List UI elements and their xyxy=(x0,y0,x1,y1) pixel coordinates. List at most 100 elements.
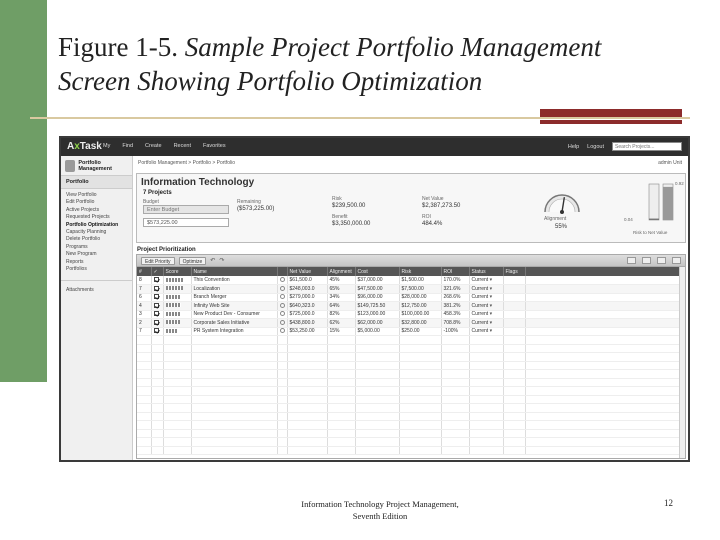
status-dropdown-icon[interactable]: ▾ xyxy=(490,303,493,309)
app-logo[interactable]: AxTask xyxy=(67,141,102,152)
col-header-num[interactable]: # xyxy=(137,267,152,276)
col-header-alignment[interactable]: Alignment xyxy=(327,267,356,276)
budget-value-field[interactable] xyxy=(143,218,229,227)
nav-my[interactable]: My xyxy=(103,143,110,149)
slide-title: Figure 1-5. Sample Project Portfolio Man… xyxy=(58,30,708,98)
search-input[interactable] xyxy=(612,142,682,151)
top-nav: My Find Create Recent Favorites xyxy=(103,143,226,149)
empty-cell xyxy=(525,446,685,455)
sidebar-attachments[interactable]: Attachments xyxy=(61,280,132,299)
nav-favorites[interactable]: Favorites xyxy=(203,143,226,149)
status-dropdown-icon[interactable]: ▾ xyxy=(490,286,493,292)
include-checkbox[interactable] xyxy=(153,302,159,308)
status-dropdown-icon[interactable]: ▾ xyxy=(490,328,493,334)
table-row[interactable]: 2 Corporate Sales Initiative $438,800.0 62%… xyxy=(137,318,685,328)
info-icon[interactable] xyxy=(279,319,285,325)
col-header-flags[interactable]: Flags xyxy=(503,267,526,276)
row-project-name[interactable]: Branch Merger xyxy=(191,293,278,302)
export-icon[interactable] xyxy=(642,257,651,264)
status-dropdown-icon[interactable]: ▾ xyxy=(490,320,493,326)
col-header-risk[interactable]: Risk xyxy=(399,267,442,276)
empty-cell xyxy=(151,395,164,404)
table-row[interactable]: 7 PR System Integration $53,250.00 15% $5,00… xyxy=(137,327,685,336)
sidebar-item-edit-portfolio[interactable]: Edit Portfolio xyxy=(66,199,127,206)
nav-create[interactable]: Create xyxy=(145,143,162,149)
edit-priority-button[interactable]: Edit Priority xyxy=(141,256,175,265)
sidebar-item-portfolios[interactable]: Portfolios xyxy=(66,266,127,273)
row-number: 2 xyxy=(137,318,152,328)
budget-input[interactable] xyxy=(143,205,229,214)
include-checkbox[interactable] xyxy=(153,277,159,283)
nav-recent[interactable]: Recent xyxy=(174,143,191,149)
undo-icon[interactable]: ↶ xyxy=(210,257,215,264)
breadcrumb[interactable]: Portfolio Management > Portfolio > Portf… xyxy=(138,160,235,166)
include-checkbox[interactable] xyxy=(153,311,159,317)
row-status-cell[interactable]: Current ▾ xyxy=(469,318,504,328)
include-checkbox[interactable] xyxy=(153,328,159,334)
sidebar-item-capacity-planning[interactable]: Capacity Planning xyxy=(66,229,127,236)
toggle-icon[interactable] xyxy=(627,257,636,264)
table-row[interactable]: 3 New Product Dev - Consumer $725,000.0 82%… xyxy=(137,310,685,319)
row-project-name[interactable]: Infinity Web Site xyxy=(191,301,278,311)
empty-cell xyxy=(191,369,278,379)
info-icon[interactable] xyxy=(279,285,285,291)
row-project-name[interactable]: Localization xyxy=(191,284,278,294)
col-header-status[interactable]: Status xyxy=(469,267,504,276)
empty-cell xyxy=(469,446,504,455)
sidebar-item-portfolio-optimization[interactable]: Portfolio Optimization xyxy=(66,222,127,229)
nav-find[interactable]: Find xyxy=(122,143,133,149)
col-header-info[interactable] xyxy=(277,267,288,276)
status-dropdown-icon[interactable]: ▾ xyxy=(490,277,493,283)
table-row[interactable]: 6 Branch Merger $279,000.0 34% $96,000.00 $28… xyxy=(137,293,685,302)
sidebar-item-requested-projects[interactable]: Requested Projects xyxy=(66,214,127,221)
row-status-cell[interactable]: Current ▾ xyxy=(469,293,504,302)
include-checkbox[interactable] xyxy=(153,294,159,300)
col-header-roi[interactable]: ROI xyxy=(441,267,470,276)
info-icon[interactable] xyxy=(279,328,285,334)
info-icon[interactable] xyxy=(279,311,285,317)
sidebar-item-reports[interactable]: Reports xyxy=(66,259,127,266)
redo-icon[interactable]: ↷ xyxy=(219,257,224,264)
logout-link[interactable]: Logout xyxy=(587,144,604,150)
row-project-name[interactable]: Corporate Sales Initiative xyxy=(191,318,278,328)
table-row[interactable]: 7 Localization $248,003.0 65% $47,500.00 $7,5… xyxy=(137,284,685,294)
info-icon[interactable] xyxy=(279,277,285,283)
optimize-button[interactable]: Optimize xyxy=(178,256,207,265)
col-header-check[interactable]: ✓ xyxy=(151,267,164,276)
row-project-name[interactable]: New Product Dev - Consumer xyxy=(191,310,278,319)
row-info-cell xyxy=(277,301,288,311)
sidebar-item-new-program[interactable]: New Program xyxy=(66,251,127,258)
empty-cell xyxy=(525,344,685,353)
info-icon[interactable] xyxy=(279,302,285,308)
row-net-value: $248,003.0 xyxy=(287,284,328,294)
col-header-score[interactable]: Score xyxy=(163,267,192,276)
col-header-cost[interactable]: Cost xyxy=(355,267,400,276)
user-name[interactable]: admin Unit xyxy=(658,160,682,166)
empty-cell xyxy=(287,386,328,396)
settings-icon[interactable] xyxy=(672,257,681,264)
grid-vertical-scrollbar[interactable] xyxy=(679,267,685,458)
row-status-cell[interactable]: Current ▾ xyxy=(469,310,504,319)
include-checkbox[interactable] xyxy=(153,319,159,325)
table-row[interactable]: 8 This Convention $61,500.0 45% $37,000.00 $1… xyxy=(137,276,685,285)
row-status-cell[interactable]: Current ▾ xyxy=(469,301,504,311)
info-icon[interactable] xyxy=(279,294,285,300)
sidebar-item-delete-portfolio[interactable]: Delete Portfolio xyxy=(66,236,127,243)
table-row[interactable]: 4 Infinity Web Site $640,323.0 64% $149,725.… xyxy=(137,301,685,311)
status-dropdown-icon[interactable]: ▾ xyxy=(490,311,493,317)
sidebar-item-active-projects[interactable]: Active Projects xyxy=(66,207,127,214)
status-dropdown-icon[interactable]: ▾ xyxy=(490,294,493,300)
row-status-cell[interactable]: Current ▾ xyxy=(469,284,504,294)
include-checkbox[interactable] xyxy=(153,285,159,291)
row-status-cell[interactable]: Current ▾ xyxy=(469,327,504,336)
sidebar-section-portfolio[interactable]: Portfolio xyxy=(61,176,132,189)
row-status-cell[interactable]: Current ▾ xyxy=(469,276,504,285)
col-header-net-value[interactable]: Net Value xyxy=(287,267,328,276)
row-project-name[interactable]: PR System Integration xyxy=(191,327,278,336)
row-project-name[interactable]: This Convention xyxy=(191,276,278,285)
sidebar-item-programs[interactable]: Programs xyxy=(66,244,127,251)
sidebar-item-view-portfolio[interactable]: View Portfolio xyxy=(66,192,127,199)
print-icon[interactable] xyxy=(657,257,666,264)
col-header-name[interactable]: Name xyxy=(191,267,278,276)
help-link[interactable]: Help xyxy=(568,144,579,150)
